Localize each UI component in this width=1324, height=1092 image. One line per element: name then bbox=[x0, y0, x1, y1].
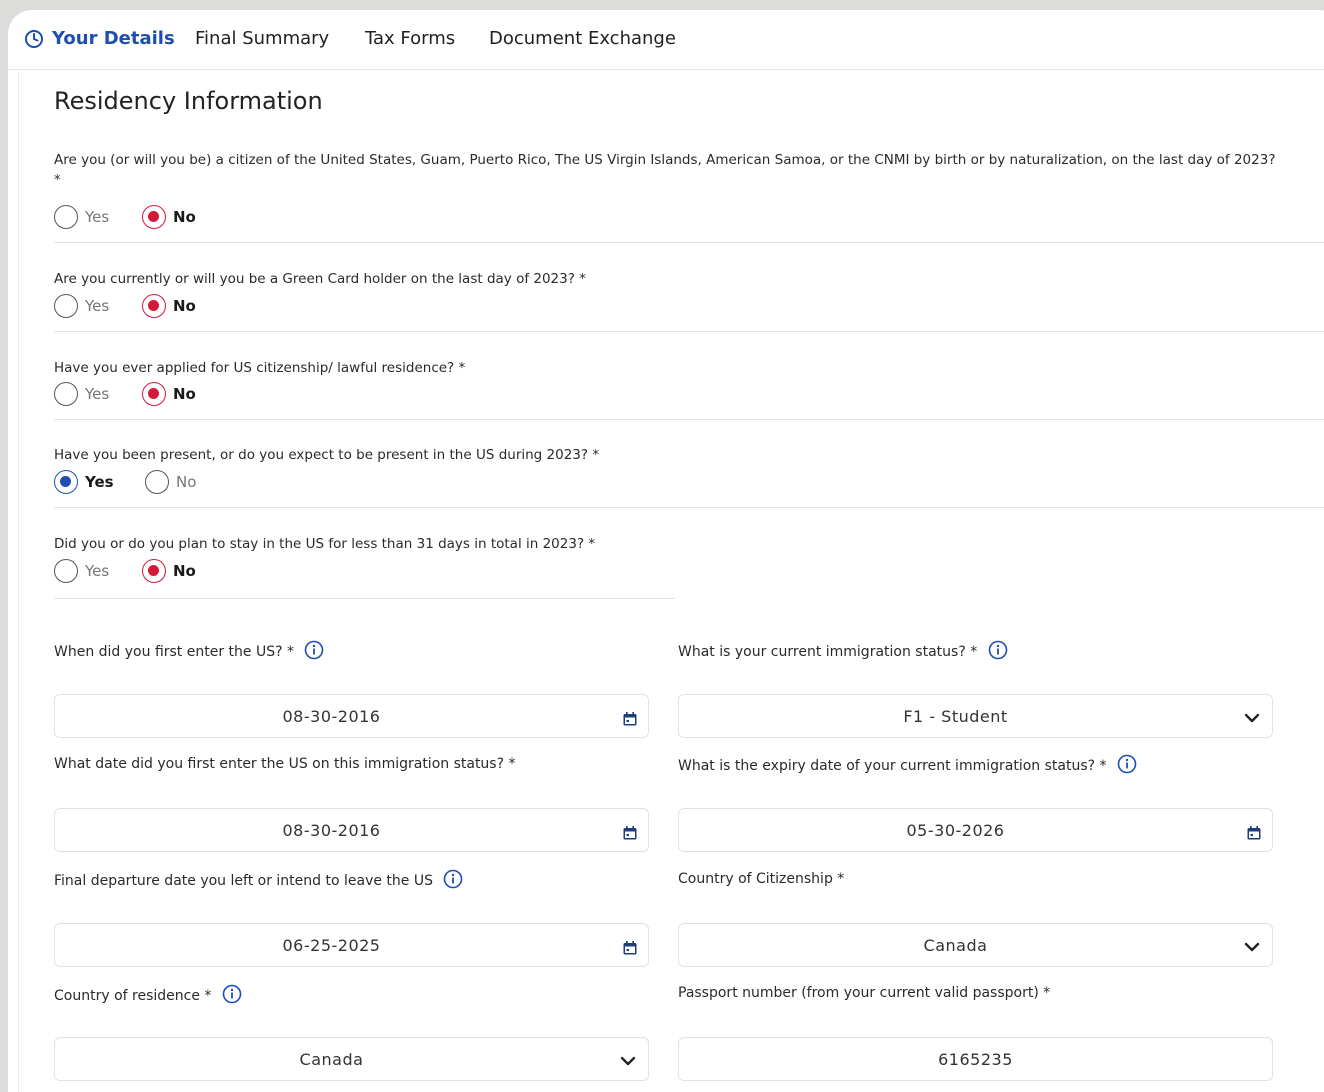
calendar-icon[interactable] bbox=[622, 825, 638, 841]
info-icon[interactable] bbox=[222, 984, 242, 1004]
divider bbox=[54, 242, 1324, 243]
info-icon[interactable] bbox=[443, 869, 463, 889]
first-entry-status-label: What date did you first enter the US on … bbox=[54, 756, 516, 772]
tab-document-exchange[interactable]: Document Exchange bbox=[489, 28, 676, 49]
calendar-icon[interactable] bbox=[622, 940, 638, 956]
first-entry-date-field[interactable]: 08-30-2016 bbox=[54, 694, 649, 738]
tab-tax-forms[interactable]: Tax Forms bbox=[365, 28, 455, 49]
divider bbox=[54, 331, 1324, 332]
info-icon[interactable] bbox=[1117, 754, 1137, 774]
question-present-us: Have you been present, or do you expect … bbox=[54, 447, 600, 463]
chevron-down-icon bbox=[1244, 713, 1260, 723]
citizenship-select[interactable]: Canada bbox=[678, 923, 1273, 967]
required-asterisk: * bbox=[54, 173, 61, 188]
citizenship-label: Country of Citizenship * bbox=[678, 871, 845, 887]
chevron-down-icon bbox=[1244, 942, 1260, 952]
departure-date-field[interactable]: 06-25-2025 bbox=[54, 923, 649, 967]
divider bbox=[54, 598, 675, 599]
question-green-card: Are you currently or will you be a Green… bbox=[54, 271, 586, 287]
clock-icon bbox=[25, 30, 43, 48]
status-expiry-label: What is the expiry date of your current … bbox=[678, 754, 1137, 774]
first-entry-status-date-field[interactable]: 08-30-2016 bbox=[54, 808, 649, 852]
status-expiry-date-field[interactable]: 05-30-2026 bbox=[678, 808, 1273, 852]
divider bbox=[54, 419, 1324, 420]
calendar-icon[interactable] bbox=[622, 711, 638, 727]
divider bbox=[54, 507, 1324, 508]
tab-bar: Your Details Final Summary Tax Forms Doc… bbox=[8, 10, 1324, 70]
tab-final-summary[interactable]: Final Summary bbox=[195, 28, 329, 49]
question-citizen: Are you (or will you be) a citizen of th… bbox=[54, 152, 1276, 168]
info-icon[interactable] bbox=[304, 640, 324, 660]
passport-number-input[interactable]: 6165235 bbox=[678, 1037, 1273, 1081]
passport-label: Passport number (from your current valid… bbox=[678, 985, 1051, 1001]
section-title: Residency Information bbox=[54, 87, 323, 115]
residence-select[interactable]: Canada bbox=[54, 1037, 649, 1081]
residence-label: Country of residence * bbox=[54, 984, 242, 1004]
first-entry-label: When did you first enter the US? * bbox=[54, 640, 324, 660]
chevron-down-icon bbox=[620, 1056, 636, 1066]
immigration-status-select[interactable]: F1 - Student bbox=[678, 694, 1273, 738]
question-applied-citizenship: Have you ever applied for US citizenship… bbox=[54, 360, 466, 376]
app-window: Your Details Final Summary Tax Forms Doc… bbox=[8, 10, 1324, 1092]
info-icon[interactable] bbox=[988, 640, 1008, 660]
departure-label: Final departure date you left or intend … bbox=[54, 869, 463, 889]
calendar-icon[interactable] bbox=[1246, 825, 1262, 841]
question-stay-days: Did you or do you plan to stay in the US… bbox=[54, 536, 596, 552]
residency-panel: Residency Information Are you (or will y… bbox=[18, 70, 1324, 1092]
immigration-status-label: What is your current immigration status?… bbox=[678, 640, 1008, 660]
tab-your-details[interactable]: Your Details bbox=[52, 28, 175, 49]
